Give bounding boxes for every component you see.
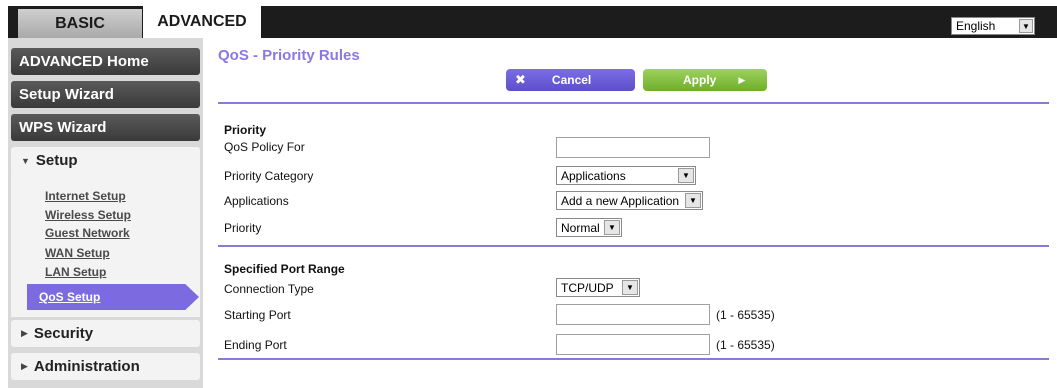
sidebar-item-qos-setup-active[interactable]: QoS Setup — [27, 284, 199, 310]
divider — [218, 245, 1049, 247]
priority-category-value: Applications — [561, 168, 626, 183]
divider — [218, 358, 1049, 360]
sidebar-item-guest-network[interactable]: Guest Network — [45, 227, 130, 240]
applications-value: Add a new Application — [561, 193, 680, 208]
chevron-down-icon: ▼ — [678, 168, 694, 183]
priority-select[interactable]: Normal ▼ — [556, 218, 622, 237]
tab-basic[interactable]: BASIC — [18, 9, 142, 38]
sidebar-item-setup-wizard[interactable]: Setup Wizard — [11, 81, 200, 108]
priority-label: Priority — [224, 221, 262, 235]
sidebar-section-setup[interactable]: ▼ Setup — [11, 147, 200, 174]
chevron-right-icon: ▶ — [21, 328, 28, 338]
ending-port-label: Ending Port — [224, 338, 287, 352]
applications-select[interactable]: Add a new Application ▼ — [556, 191, 703, 210]
sidebar-item-wireless-setup[interactable]: Wireless Setup — [45, 209, 131, 222]
priority-category-label: Priority Category — [224, 169, 314, 183]
sidebar-item-qos-setup[interactable]: QoS Setup — [39, 290, 100, 304]
chevron-down-icon: ▼ — [622, 280, 638, 295]
sidebar-section-administration[interactable]: ▶ Administration — [11, 353, 200, 380]
priority-value: Normal — [561, 220, 600, 235]
starting-port-range: (1 - 65535) — [716, 308, 775, 322]
chevron-down-icon: ▼ — [21, 155, 30, 166]
tab-advanced[interactable]: ADVANCED — [143, 6, 261, 38]
cancel-button-label: Cancel — [551, 73, 592, 87]
sidebar-section-label: Setup — [35, 152, 78, 169]
section-heading-port-range: Specified Port Range — [224, 262, 345, 276]
sidebar-section-security[interactable]: ▶ Security — [11, 320, 200, 347]
top-bar: BASIC ADVANCED English ▼ — [0, 0, 1057, 38]
qos-policy-for-input[interactable] — [556, 137, 710, 158]
page-title: QoS - Priority Rules — [218, 47, 360, 64]
close-icon: ✖ — [515, 72, 526, 87]
starting-port-label: Starting Port — [224, 308, 291, 322]
section-heading-priority: Priority — [224, 123, 267, 137]
cancel-button[interactable]: ✖ Cancel — [506, 69, 635, 91]
starting-port-input[interactable] — [556, 304, 710, 325]
qos-policy-for-label: QoS Policy For — [224, 140, 305, 154]
sidebar-item-internet-setup[interactable]: Internet Setup — [45, 190, 126, 203]
sidebar-section-label: Administration — [33, 358, 140, 375]
chevron-down-icon: ▼ — [685, 193, 701, 208]
chevron-down-icon: ▼ — [604, 220, 620, 235]
language-select-value: English — [956, 19, 996, 33]
sidebar-section-label: Security — [33, 325, 94, 342]
priority-category-select[interactable]: Applications ▼ — [556, 166, 696, 185]
language-select[interactable]: English ▼ — [951, 17, 1035, 35]
connection-type-value: TCP/UDP — [561, 280, 614, 295]
chevron-down-icon: ▼ — [1019, 19, 1033, 33]
sidebar-item-advanced-home[interactable]: ADVANCED Home — [11, 48, 200, 75]
sidebar-item-wan-setup[interactable]: WAN Setup — [45, 247, 110, 260]
divider — [218, 102, 1049, 104]
sidebar: ADVANCED Home Setup Wizard WPS Wizard ▼ … — [8, 38, 203, 388]
connection-type-label: Connection Type — [224, 282, 314, 296]
chevron-right-icon: ▶ — [21, 361, 28, 371]
ending-port-range: (1 - 65535) — [716, 338, 775, 352]
sidebar-item-lan-setup[interactable]: LAN Setup — [45, 266, 106, 279]
apply-button-label: Apply — [683, 73, 717, 87]
applications-label: Applications — [224, 194, 289, 208]
play-arrow-icon: ▶ — [738, 74, 746, 85]
connection-type-select[interactable]: TCP/UDP ▼ — [556, 278, 640, 297]
apply-button[interactable]: Apply ▶ — [643, 69, 767, 91]
ending-port-input[interactable] — [556, 334, 710, 355]
sidebar-item-wps-wizard[interactable]: WPS Wizard — [11, 114, 200, 141]
